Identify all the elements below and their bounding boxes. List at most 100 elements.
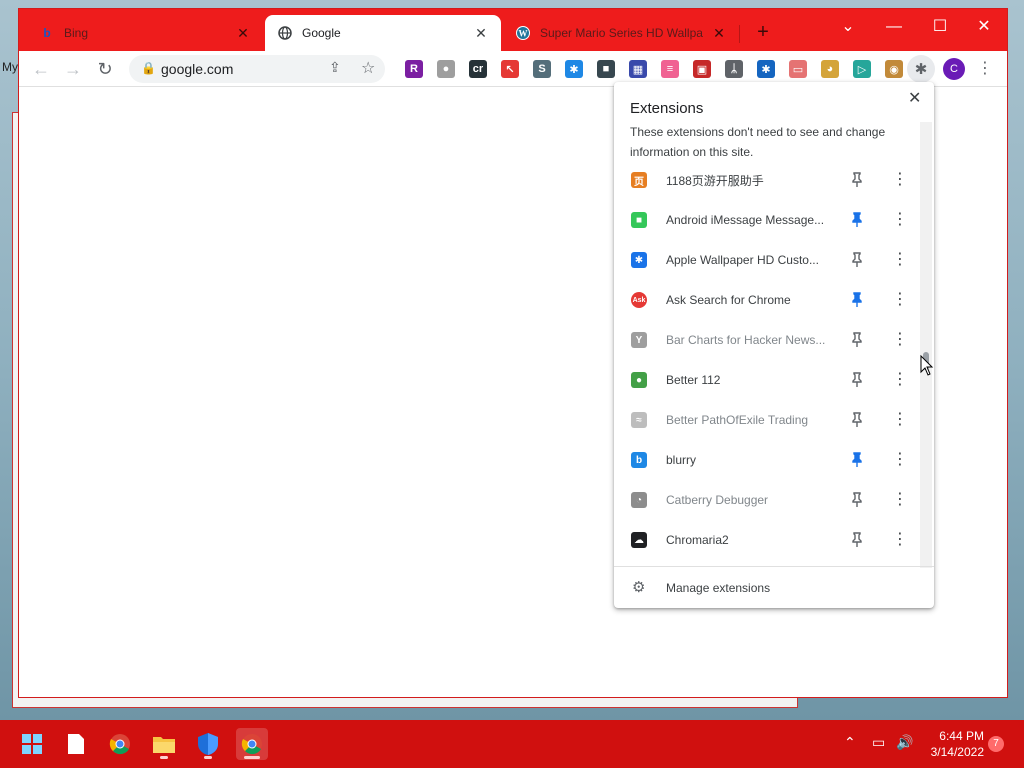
url-text[interactable]: google.com [161, 61, 233, 77]
image-extension-icon[interactable]: ▣ [693, 60, 711, 78]
puzzle-icon: ✱ [631, 252, 647, 268]
play-extension-icon[interactable]: ▷ [853, 60, 871, 78]
more-actions-icon[interactable]: ⋮ [892, 252, 908, 268]
pin-icon[interactable] [850, 492, 864, 508]
extension-name[interactable]: Apple Wallpaper HD Custo... [666, 253, 819, 267]
extension-row[interactable]: ◔ Catberry Debugger ⋮ [614, 480, 920, 520]
pin-icon[interactable] [850, 532, 864, 548]
cursor-extension-icon[interactable]: ↖ [501, 60, 519, 78]
extension-name[interactable]: Android iMessage Message... [666, 213, 824, 227]
start-button[interactable] [16, 728, 48, 760]
more-actions-icon[interactable]: ⋮ [892, 532, 908, 548]
chrome-icon[interactable] [104, 728, 136, 760]
r-extension-icon[interactable]: R [405, 60, 423, 78]
share-icon[interactable]: ⇪ [329, 59, 341, 76]
more-actions-icon[interactable]: ⋮ [892, 492, 908, 508]
tab-title: Bing [64, 26, 89, 40]
profile-avatar[interactable]: C [943, 58, 965, 80]
extension-name[interactable]: blurry [666, 453, 696, 467]
tab-bing[interactable]: b Bing ✕ [27, 15, 263, 51]
extension-row[interactable]: ● Better 112 ⋮ [614, 360, 920, 400]
extensions-popup: Extensions ✕ These extensions don't need… [614, 82, 934, 608]
pin-icon[interactable] [850, 372, 864, 388]
back-button[interactable]: ← [29, 57, 53, 81]
network-icon[interactable]: ▭ [872, 734, 885, 751]
new-tab-button[interactable]: + [751, 21, 775, 45]
more-actions-icon[interactable]: ⋮ [892, 292, 908, 308]
forward-button[interactable]: → [61, 57, 85, 81]
extension-row[interactable]: ✱ Apple Wallpaper HD Custo... ⋮ [614, 240, 920, 280]
screen-extension-icon[interactable]: ▭ [789, 60, 807, 78]
extension-row[interactable]: b blurry ⋮ [614, 440, 920, 480]
extension-name[interactable]: Better 112 [666, 373, 720, 387]
tray-chevron-icon[interactable]: ⌃ [844, 734, 856, 751]
close-tab-icon[interactable]: ✕ [711, 25, 727, 42]
pin-icon[interactable] [850, 452, 864, 468]
tab-search-button[interactable]: ⌄ [825, 13, 871, 41]
address-bar[interactable]: 🔒 google.com ⇪ ☆ [129, 55, 385, 83]
close-tab-icon[interactable]: ✕ [235, 25, 251, 42]
more-actions-icon[interactable]: ⋮ [892, 372, 908, 388]
hacker-news-icon: Y [631, 332, 647, 348]
s-extension-icon[interactable]: S [533, 60, 551, 78]
cloud-icon: ☁ [631, 532, 647, 548]
minimize-button[interactable]: — [871, 13, 917, 41]
pin-icon[interactable] [850, 412, 864, 428]
calendar-extension-icon[interactable]: ▦ [629, 60, 647, 78]
tab-google[interactable]: Google ✕ [265, 15, 501, 51]
extension-row[interactable]: ☁ Chromaria2 ⋮ [614, 520, 920, 560]
doge-extension-icon[interactable]: ◕ [821, 60, 839, 78]
extension-name[interactable]: Ask Search for Chrome [666, 293, 791, 307]
close-window-button[interactable]: ✕ [961, 13, 1007, 41]
extension-name[interactable]: Catberry Debugger [666, 493, 768, 507]
pin-icon[interactable] [850, 172, 864, 188]
notepad-icon[interactable] [60, 728, 92, 760]
scrollbar-track[interactable] [920, 122, 932, 568]
extension-name[interactable]: Better PathOfExile Trading [666, 413, 808, 427]
more-actions-icon[interactable]: ⋮ [892, 172, 908, 188]
extension-row[interactable]: ≈ Better PathOfExile Trading ⋮ [614, 400, 920, 440]
maximize-button[interactable]: ☐ [917, 13, 963, 41]
pin-icon[interactable] [850, 252, 864, 268]
extension-row[interactable]: 页 1188页游开服助手 ⋮ [614, 160, 920, 200]
pin-icon[interactable] [850, 212, 864, 228]
close-tab-icon[interactable]: ✕ [473, 25, 489, 42]
tab-mario-wallpaper[interactable]: W Super Mario Series HD Wallpa ✕ [503, 15, 739, 51]
manage-extensions-button[interactable]: ⚙ Manage extensions [614, 568, 934, 608]
extension-row[interactable]: Ask Ask Search for Chrome ⋮ [614, 280, 920, 320]
puzzle-extension-icon[interactable]: ✱ [565, 60, 583, 78]
manage-extensions-label: Manage extensions [666, 581, 771, 595]
elephant-extension-icon[interactable]: ● [437, 60, 455, 78]
puzzle-extension-icon-2[interactable]: ✱ [757, 60, 775, 78]
notification-badge[interactable]: 7 [988, 736, 1004, 752]
extension-row[interactable]: ■ Android iMessage Message... ⋮ [614, 200, 920, 240]
reload-button[interactable]: ↻ [93, 57, 117, 81]
file-explorer-icon[interactable] [148, 728, 180, 760]
more-actions-icon[interactable]: ⋮ [892, 212, 908, 228]
extension-row[interactable]: Y Bar Charts for Hacker News... ⋮ [614, 320, 920, 360]
pin-icon[interactable] [850, 332, 864, 348]
desktop-icon-label[interactable]: My [2, 60, 18, 74]
tab-strip: b Bing ✕ Google ✕ W Super Mario Series H… [19, 9, 1007, 51]
cr-extension-icon[interactable]: cr [469, 60, 487, 78]
taskbar-clock[interactable]: 6:44 PM 3/14/2022 [920, 728, 984, 760]
dark-extension-icon[interactable]: ■ [597, 60, 615, 78]
extension-name[interactable]: Bar Charts for Hacker News... [666, 333, 825, 347]
flag-extension-icon[interactable]: ≡ [661, 60, 679, 78]
lock-icon[interactable]: 🔒 [141, 61, 156, 75]
security-icon[interactable] [192, 728, 224, 760]
monkey-extension-icon[interactable]: ◉ [885, 60, 903, 78]
extension-name[interactable]: Chromaria2 [666, 533, 729, 547]
feather-extension-icon[interactable]: ᛦ [725, 60, 743, 78]
extensions-puzzle-icon[interactable]: ✱ [907, 55, 935, 83]
more-actions-icon[interactable]: ⋮ [892, 412, 908, 428]
volume-icon[interactable]: 🔊 [896, 734, 913, 751]
close-icon[interactable]: ✕ [908, 88, 921, 108]
more-actions-icon[interactable]: ⋮ [892, 332, 908, 348]
more-actions-icon[interactable]: ⋮ [892, 452, 908, 468]
browser-menu-icon[interactable]: ⋮ [977, 58, 993, 78]
extension-name[interactable]: 1188页游开服助手 [666, 172, 764, 189]
pin-icon[interactable] [850, 292, 864, 308]
bookmark-star-icon[interactable]: ☆ [361, 58, 375, 78]
chrome-active-icon[interactable] [236, 728, 268, 760]
